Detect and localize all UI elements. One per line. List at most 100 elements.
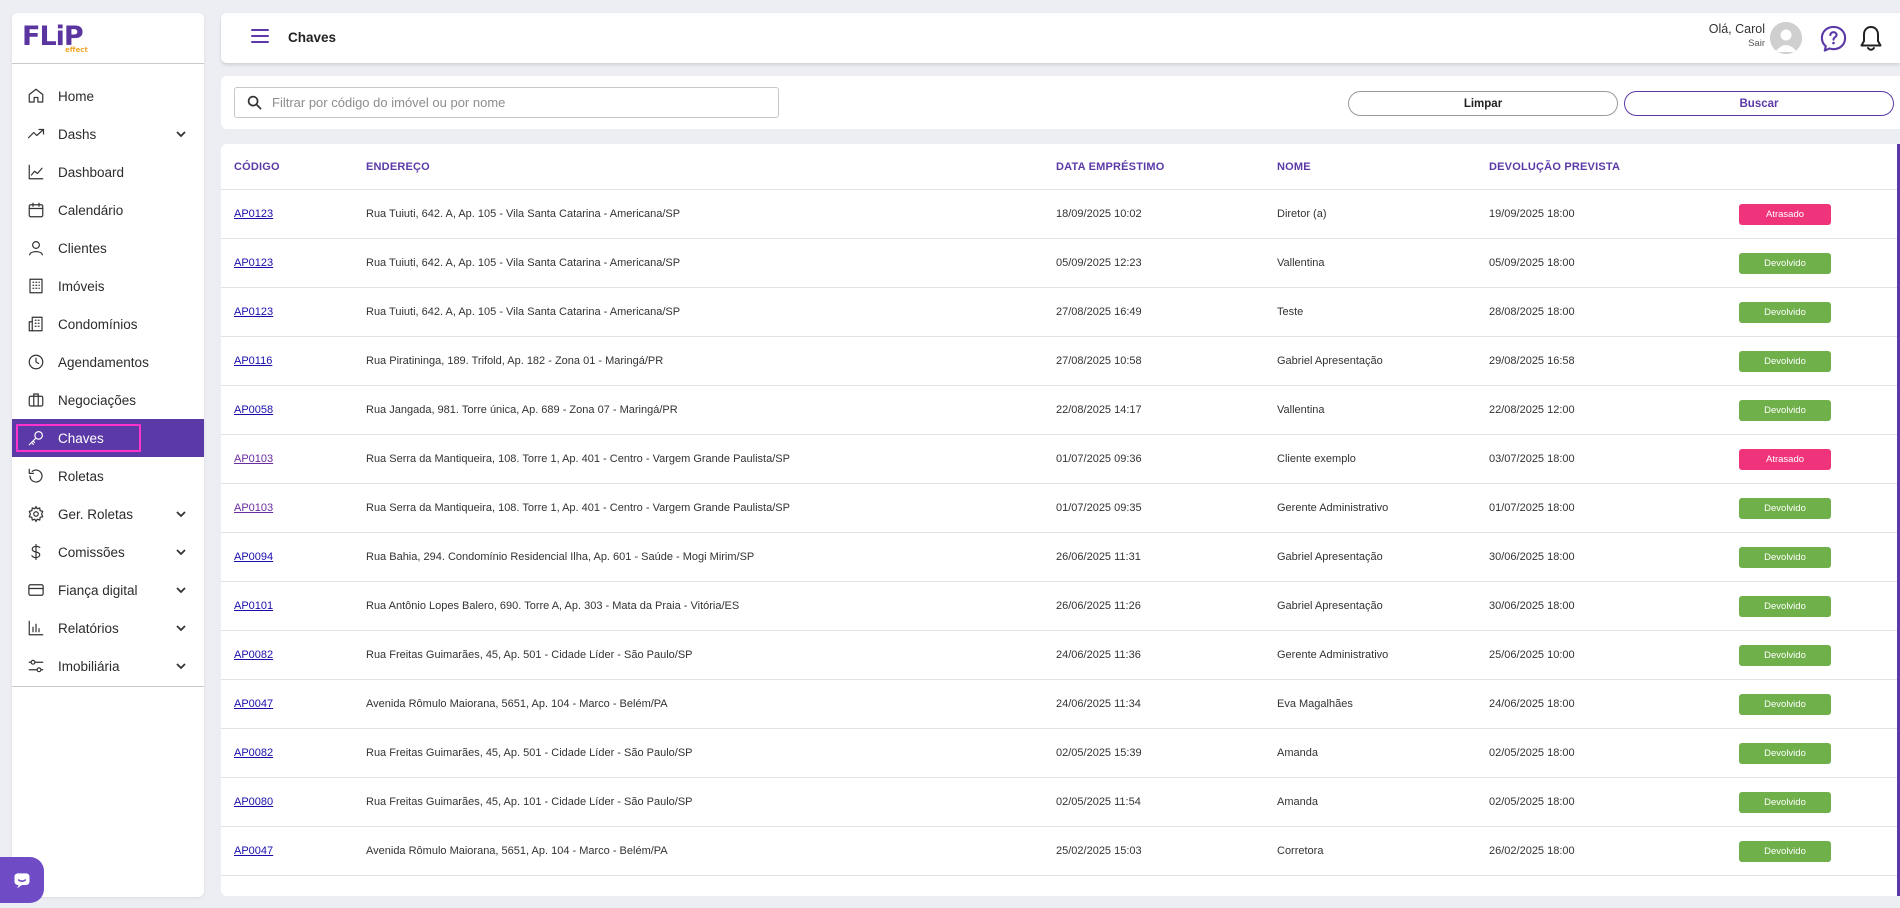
table-row[interactable]: AP0123 Rua Tuiuti, 642. A, Ap. 105 - Vila… — [221, 239, 1900, 288]
sidebar-item-clientes[interactable]: Clientes — [12, 229, 204, 267]
user-greeting: Olá, Carol — [1708, 22, 1765, 36]
property-code-link[interactable]: AP0116 — [234, 355, 272, 367]
property-code-link[interactable]: AP0103 — [234, 453, 273, 465]
column-header-name[interactable]: NOME — [1277, 161, 1311, 173]
loan-date-cell: 27/08/2025 16:49 — [1056, 306, 1142, 318]
table-row[interactable]: AP0082 Rua Freitas Guimarães, 45, Ap. 501… — [221, 729, 1900, 778]
sidebar-item-imoveis[interactable]: Imóveis — [12, 267, 204, 305]
gear-icon — [26, 504, 46, 524]
sidebar-item-dashs[interactable]: Dashs — [12, 115, 204, 153]
sidebar-item-dashboard[interactable]: Dashboard — [12, 153, 204, 191]
sidebar-item-calendario[interactable]: Calendário — [12, 191, 204, 229]
sidebar-item-relatorios[interactable]: Relatórios — [12, 609, 204, 647]
address-cell: Rua Serra da Mantiqueira, 108. Torre 1, … — [366, 453, 790, 465]
rotate-icon — [26, 466, 46, 486]
property-code-link[interactable]: AP0101 — [234, 600, 273, 612]
column-header-address[interactable]: ENDEREÇO — [366, 161, 430, 173]
search-input[interactable] — [272, 95, 752, 110]
table-row[interactable]: AP0123 Rua Tuiuti, 642. A, Ap. 105 - Vila… — [221, 190, 1900, 239]
table-row[interactable]: AP0101 Rua Antônio Lopes Balero, 690. Tor… — [221, 582, 1900, 631]
column-header-loan-date[interactable]: DATA EMPRÉSTIMO — [1056, 161, 1165, 173]
column-header-return-date[interactable]: DEVOLUÇÃO PREVISTA — [1489, 161, 1620, 173]
property-code-link[interactable]: AP0047 — [234, 698, 273, 710]
filter-bar: Limpar Buscar — [221, 76, 1900, 129]
table-row[interactable]: AP0123 Rua Tuiuti, 642. A, Ap. 105 - Vila… — [221, 288, 1900, 337]
address-cell: Rua Jangada, 981. Torre única, Ap. 689 -… — [366, 404, 678, 416]
sidebar-item-comissoes[interactable]: Comissões — [12, 533, 204, 571]
table-row[interactable]: AP0094 Rua Bahia, 294. Condomínio Residen… — [221, 533, 1900, 582]
table-row[interactable]: AP0047 Avenida Rômulo Maiorana, 5651, Ap.… — [221, 827, 1900, 876]
address-cell: Rua Tuiuti, 642. A, Ap. 105 - Vila Santa… — [366, 306, 681, 318]
clock-icon — [26, 352, 46, 372]
property-code-link[interactable]: AP0082 — [234, 649, 273, 661]
app-logo[interactable]: FLiP effect — [22, 23, 88, 54]
table-row[interactable]: AP0080 Rua Freitas Guimarães, 45, Ap. 101… — [221, 778, 1900, 827]
chevron-down-icon[interactable] — [174, 659, 188, 673]
chevron-down-icon[interactable] — [174, 621, 188, 635]
address-cell: Rua Freitas Guimarães, 45, Ap. 101 - Cid… — [366, 796, 693, 808]
name-cell: Gerente Administrativo — [1277, 649, 1389, 661]
return-date-cell: 22/08/2025 12:00 — [1489, 404, 1575, 416]
table-row[interactable]: AP0058 Rua Jangada, 981. Torre única, Ap.… — [221, 386, 1900, 435]
avatar[interactable] — [1770, 22, 1802, 54]
status-badge: Devolvido — [1739, 694, 1831, 715]
status-badge: Devolvido — [1739, 645, 1831, 666]
home-icon — [26, 86, 46, 106]
sidebar-item-condominios[interactable]: Condomínios — [12, 305, 204, 343]
menu-toggle-icon[interactable] — [251, 29, 269, 45]
sidebar-item-roletas[interactable]: Roletas — [12, 457, 204, 495]
column-header-code[interactable]: CÓDIGO — [234, 161, 280, 173]
clear-button[interactable]: Limpar — [1348, 91, 1618, 116]
property-code-link[interactable]: AP0082 — [234, 747, 273, 759]
sidebar-item-imobiliaria[interactable]: Imobiliária — [12, 647, 204, 685]
search-icon — [247, 95, 262, 110]
table-row[interactable]: AP0047 Avenida Rômulo Maiorana, 5651, Ap.… — [221, 680, 1900, 729]
status-badge: Devolvido — [1739, 498, 1831, 519]
buildings-icon — [26, 314, 46, 334]
search-button[interactable]: Buscar — [1624, 91, 1894, 116]
property-code-link[interactable]: AP0058 — [234, 404, 273, 416]
status-badge: Devolvido — [1739, 743, 1831, 764]
chat-button[interactable] — [0, 857, 44, 903]
help-icon[interactable] — [1819, 24, 1848, 53]
property-code-link[interactable]: AP0080 — [234, 796, 273, 808]
sidebar-item-ger-roletas[interactable]: Ger. Roletas — [12, 495, 204, 533]
sidebar-item-label: Roletas — [58, 468, 104, 484]
address-cell: Rua Antônio Lopes Balero, 690. Torre A, … — [366, 600, 740, 612]
chevron-down-icon[interactable] — [174, 507, 188, 521]
name-cell: Gabriel Apresentação — [1277, 551, 1383, 563]
status-badge: Atrasado — [1739, 204, 1831, 225]
sidebar-item-chaves[interactable]: Chaves — [12, 419, 204, 457]
chevron-down-icon[interactable] — [174, 583, 188, 597]
logout-link[interactable]: Sair — [1709, 38, 1765, 49]
user-icon — [26, 238, 46, 258]
sidebar-item-agendamentos[interactable]: Agendamentos — [12, 343, 204, 381]
logo-area: FLiP effect — [12, 13, 204, 64]
property-code-link[interactable]: AP0103 — [234, 502, 273, 514]
table-row[interactable]: AP0103 Rua Serra da Mantiqueira, 108. Tor… — [221, 435, 1900, 484]
sidebar-item-label: Comissões — [58, 544, 125, 560]
table-row[interactable]: AP0082 Rua Freitas Guimarães, 45, Ap. 501… — [221, 631, 1900, 680]
property-code-link[interactable]: AP0047 — [234, 845, 273, 857]
table-row[interactable]: AP0103 Rua Serra da Mantiqueira, 108. Tor… — [221, 484, 1900, 533]
property-code-link[interactable]: AP0123 — [234, 306, 273, 318]
sidebar-item-label: Calendário — [58, 202, 124, 218]
chevron-down-icon[interactable] — [174, 545, 188, 559]
sidebar-item-home[interactable]: Home — [12, 77, 204, 115]
chevron-down-icon[interactable] — [174, 127, 188, 141]
status-badge: Devolvido — [1739, 596, 1831, 617]
status-badge: Devolvido — [1739, 841, 1831, 862]
sidebar-item-negociacoes[interactable]: Negociações — [12, 381, 204, 419]
sidebar-item-label: Agendamentos — [58, 354, 149, 370]
address-cell: Avenida Rômulo Maiorana, 5651, Ap. 104 -… — [366, 845, 668, 857]
sidebar-item-fianca-digital[interactable]: Fiança digital — [12, 571, 204, 609]
sidebar-divider — [12, 686, 204, 687]
property-code-link[interactable]: AP0123 — [234, 208, 273, 220]
notification-bell-icon[interactable] — [1857, 24, 1885, 53]
property-code-link[interactable]: AP0123 — [234, 257, 273, 269]
property-code-link[interactable]: AP0094 — [234, 551, 273, 563]
table-row[interactable]: AP0116 Rua Piratininga, 189. Trifold, Ap.… — [221, 337, 1900, 386]
search-field[interactable] — [234, 87, 779, 118]
key-icon — [26, 428, 46, 448]
line-chart-icon — [26, 162, 46, 182]
